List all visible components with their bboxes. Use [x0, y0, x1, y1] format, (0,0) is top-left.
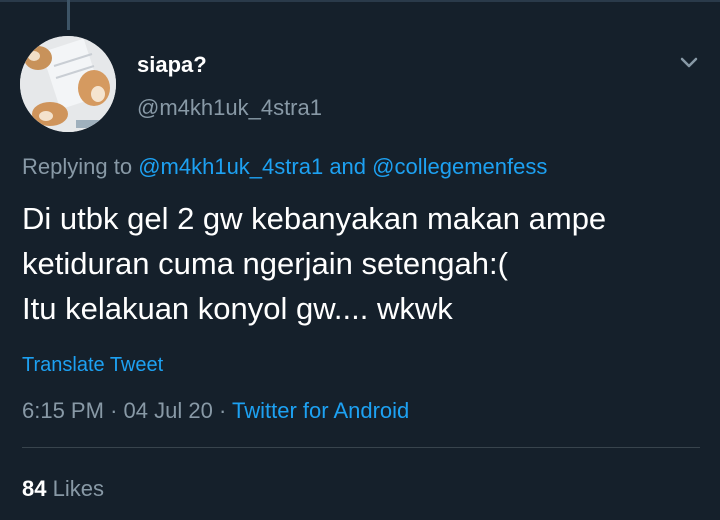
thread-connector-line — [67, 0, 70, 30]
tweet-metadata: 6:15 PM · 04 Jul 20 · Twitter for Androi… — [22, 397, 409, 425]
replying-to-line: Replying to @m4kh1uk_4stra1 and @college… — [22, 153, 547, 181]
stats-divider — [22, 447, 700, 448]
tweet-text: Di utbk gel 2 gw kebanyakan makan ampe k… — [22, 196, 712, 331]
tweet-text-line: Di utbk gel 2 gw kebanyakan makan ampe — [22, 201, 607, 236]
reply-mention-link[interactable]: @m4kh1uk_4stra1 — [138, 154, 323, 179]
likes-stat[interactable]: 84 Likes — [22, 475, 104, 503]
likes-count: 84 — [22, 476, 47, 501]
reply-conjunction: and — [329, 154, 367, 179]
meta-separator: · — [218, 398, 227, 423]
user-handle[interactable]: @m4kh1uk_4stra1 — [137, 95, 322, 121]
translate-tweet-link[interactable]: Translate Tweet — [22, 352, 163, 378]
tweet-time[interactable]: 6:15 PM — [22, 398, 104, 423]
avatar[interactable] — [20, 36, 116, 132]
reply-mention-link[interactable]: @collegemenfess — [372, 154, 547, 179]
likes-label: Likes — [52, 476, 104, 501]
top-divider — [0, 0, 720, 2]
display-name[interactable]: siapa? — [137, 52, 207, 78]
tweet-text-line: Itu kelakuan konyol gw.... wkwk — [22, 291, 453, 326]
replying-to-label: Replying to — [22, 154, 133, 179]
cat-photo-avatar-icon — [20, 36, 116, 132]
tweet-text-line: ketiduran cuma ngerjain setengah:( — [22, 246, 508, 281]
tweet-date[interactable]: 04 Jul 20 — [124, 398, 213, 423]
chevron-down-icon[interactable] — [676, 52, 702, 74]
tweet-detail-screen: siapa? @m4kh1uk_4stra1 Replying to @m4kh… — [0, 0, 720, 520]
tweet-source-link[interactable]: Twitter for Android — [232, 398, 409, 423]
meta-separator: · — [110, 398, 118, 423]
